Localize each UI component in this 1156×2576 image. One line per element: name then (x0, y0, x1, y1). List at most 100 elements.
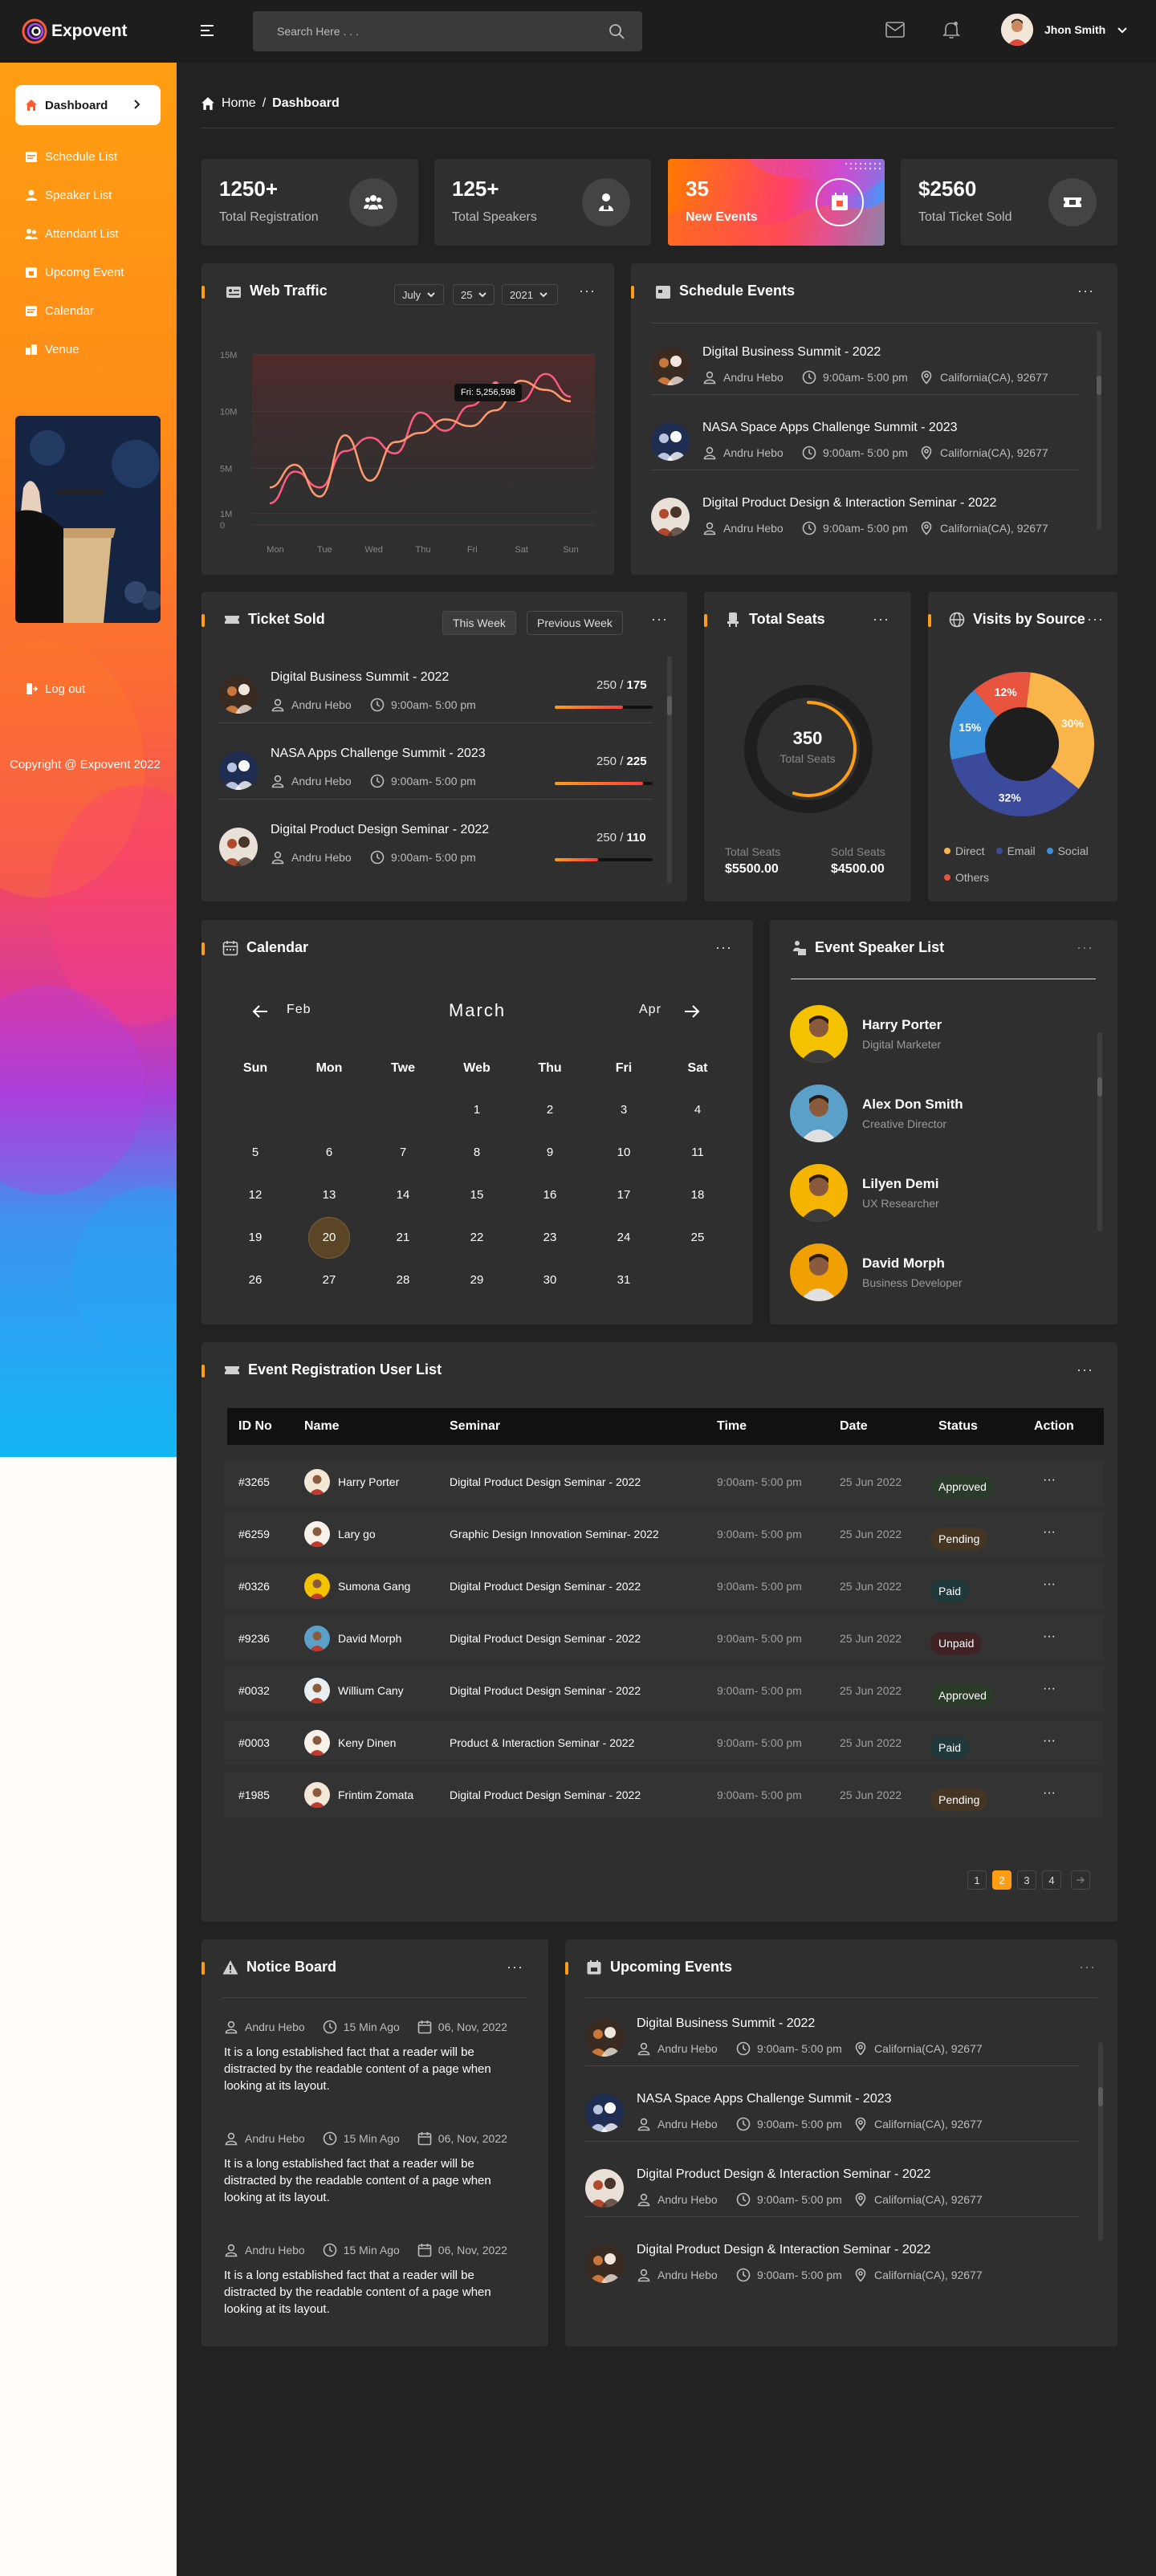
more-options-button[interactable]: ··· (715, 939, 732, 956)
event-row[interactable]: Digital Product Design & Interaction Sem… (585, 2230, 1079, 2293)
event-row[interactable]: Digital Business Summit - 2022 Andru Hebo… (585, 2004, 1079, 2066)
arrow-right-icon[interactable] (683, 1003, 701, 1019)
table-row[interactable]: #1985 Frintim Zomata Digital Product Desig… (224, 1772, 1104, 1817)
calendar-day[interactable]: 27 (307, 1273, 352, 1287)
row-action-button[interactable]: ··· (1043, 1734, 1056, 1748)
tab-previous-week[interactable]: Previous Week (527, 611, 623, 635)
page-4-button[interactable]: 4 (1042, 1870, 1061, 1890)
sidebar-item-upcoming-event[interactable]: Upcomg Event (0, 258, 177, 287)
calendar-day[interactable]: 9 (527, 1146, 572, 1159)
scrollbar[interactable] (1097, 331, 1101, 530)
row-action-button[interactable]: ··· (1043, 1630, 1056, 1644)
calendar-day[interactable]: 26 (233, 1273, 278, 1287)
speaker-item[interactable]: Harry Porter Digital Marketer (790, 1005, 1095, 1076)
event-row[interactable]: Digital Product Design & Interaction Sem… (651, 483, 1078, 546)
more-options-button[interactable]: ··· (1077, 1361, 1093, 1378)
next-month[interactable]: Apr (639, 1003, 661, 1017)
calendar-day[interactable]: 14 (381, 1188, 425, 1202)
calendar-day[interactable]: 18 (675, 1188, 720, 1202)
sidebar-item-dashboard[interactable]: Dashboard (15, 85, 161, 125)
calendar-day[interactable]: 4 (675, 1103, 720, 1117)
table-row[interactable]: #3265 Harry Porter Digital Product Design … (224, 1459, 1104, 1504)
table-row[interactable]: #0326 Sumona Gang Digital Product Design S… (224, 1564, 1104, 1609)
calendar-day[interactable]: 28 (381, 1273, 425, 1287)
page-3-button[interactable]: 3 (1017, 1870, 1036, 1890)
speaker-item[interactable]: David Morph Business Developer (790, 1243, 1095, 1314)
calendar-day[interactable]: 24 (601, 1231, 646, 1244)
speaker-item[interactable]: Alex Don Smith Creative Director (790, 1085, 1095, 1155)
ticket-row[interactable]: Digital Product Design Seminar - 2022 And… (219, 813, 653, 876)
more-options-button[interactable]: ··· (1087, 611, 1104, 628)
table-row[interactable]: #9236 David Morph Digital Product Design S… (224, 1616, 1104, 1661)
more-options-button[interactable]: ··· (1077, 939, 1093, 956)
row-action-button[interactable]: ··· (1043, 1786, 1056, 1801)
calendar-day[interactable]: 22 (454, 1231, 499, 1244)
speaker-item[interactable]: Lilyen Demi UX Researcher (790, 1164, 1095, 1235)
scrollbar[interactable] (667, 656, 672, 884)
next-page-button[interactable] (1071, 1870, 1090, 1890)
calendar-day[interactable]: 12 (233, 1188, 278, 1202)
notice-item[interactable]: Andru Hebo 15 Min Ago 06, Nov, 2022 It is a… (224, 2020, 529, 2094)
calendar-day[interactable]: 17 (601, 1188, 646, 1202)
stat-card-ticket-sold[interactable]: $2560 Total Ticket Sold (901, 159, 1117, 246)
stat-card-new-events[interactable]: 35 New Events (668, 159, 885, 246)
notice-item[interactable]: Andru Hebo 15 Min Ago 06, Nov, 2022 It is a… (224, 2131, 529, 2206)
calendar-day[interactable]: 6 (307, 1146, 352, 1159)
calendar-day[interactable]: 25 (675, 1231, 720, 1244)
row-action-button[interactable]: ··· (1043, 1682, 1056, 1696)
stat-card-speakers[interactable]: 125+ Total Speakers (434, 159, 651, 246)
search-icon[interactable] (609, 23, 625, 39)
event-row[interactable]: NASA Space Apps Challenge Summit - 2023 A… (585, 2079, 1079, 2142)
notice-item[interactable]: Andru Hebo 15 Min Ago 06, Nov, 2022 It is a… (224, 2243, 529, 2318)
calendar-day[interactable]: 13 (307, 1188, 352, 1202)
event-row[interactable]: Digital Business Summit - 2022 Andru Hebo… (651, 332, 1078, 395)
calendar-day[interactable]: 7 (381, 1146, 425, 1159)
calendar-day[interactable]: 30 (527, 1273, 572, 1287)
calendar-day[interactable]: 2 (527, 1103, 572, 1117)
row-action-button[interactable]: ··· (1043, 1577, 1056, 1592)
calendar-day[interactable]: 15 (454, 1188, 499, 1202)
user-menu[interactable]: Jhon Smith (1001, 14, 1128, 46)
bell-icon[interactable] (942, 20, 961, 39)
more-options-button[interactable]: ··· (651, 611, 668, 628)
calendar-day[interactable]: 20 (307, 1231, 352, 1244)
breadcrumb-home[interactable]: Home (222, 96, 256, 111)
sidebar-item-speaker-list[interactable]: Speaker List (0, 181, 177, 210)
table-row[interactable]: #0032 Willium Cany Digital Product Design … (224, 1668, 1104, 1713)
calendar-day[interactable]: 29 (454, 1273, 499, 1287)
calendar-day[interactable]: 5 (233, 1146, 278, 1159)
event-row[interactable]: Digital Product Design & Interaction Sem… (585, 2155, 1079, 2217)
calendar-day[interactable]: 1 (454, 1103, 499, 1117)
page-1-button[interactable]: 1 (967, 1870, 987, 1890)
calendar-day[interactable]: 3 (601, 1103, 646, 1117)
calendar-day[interactable]: 10 (601, 1146, 646, 1159)
ticket-row[interactable]: Digital Business Summit - 2022 Andru Hebo… (219, 661, 653, 723)
search-input[interactable] (253, 11, 606, 51)
page-2-button[interactable]: 2 (992, 1870, 1012, 1890)
calendar-day[interactable]: 19 (233, 1231, 278, 1244)
calendar-day[interactable]: 16 (527, 1188, 572, 1202)
more-options-button[interactable]: ··· (507, 1959, 523, 1976)
calendar-day[interactable]: 23 (527, 1231, 572, 1244)
row-action-button[interactable]: ··· (1043, 1473, 1056, 1487)
calendar-day[interactable]: 31 (601, 1273, 646, 1287)
scrollbar[interactable] (1097, 1032, 1102, 1231)
calendar-day[interactable]: 21 (381, 1231, 425, 1244)
tab-this-week[interactable]: This Week (442, 611, 516, 635)
calendar-day[interactable]: 8 (454, 1146, 499, 1159)
calendar-day[interactable]: 11 (675, 1146, 720, 1159)
ticket-row[interactable]: NASA Apps Challenge Summit - 2023 Andru H… (219, 737, 653, 800)
table-row[interactable]: #0003 Keny Dinen Product & Interaction Sem… (224, 1720, 1104, 1765)
logout-button[interactable]: Log out (0, 674, 177, 703)
menu-icon[interactable] (201, 23, 217, 38)
sidebar-item-calendar[interactable]: Calendar (0, 296, 177, 325)
more-options-button[interactable]: ··· (1077, 283, 1094, 299)
scrollbar[interactable] (1098, 2042, 1103, 2241)
more-options-button[interactable]: ··· (1079, 1959, 1096, 1976)
sidebar-item-attendant-list[interactable]: Attendant List (0, 219, 177, 248)
more-options-button[interactable]: ··· (873, 611, 889, 628)
sidebar-item-venue[interactable]: Venue (0, 335, 177, 364)
row-action-button[interactable]: ··· (1043, 1525, 1056, 1540)
table-row[interactable]: #6259 Lary go Graphic Design Innovation Se… (224, 1512, 1104, 1557)
sidebar-item-schedule-list[interactable]: Schedule List (0, 142, 177, 171)
